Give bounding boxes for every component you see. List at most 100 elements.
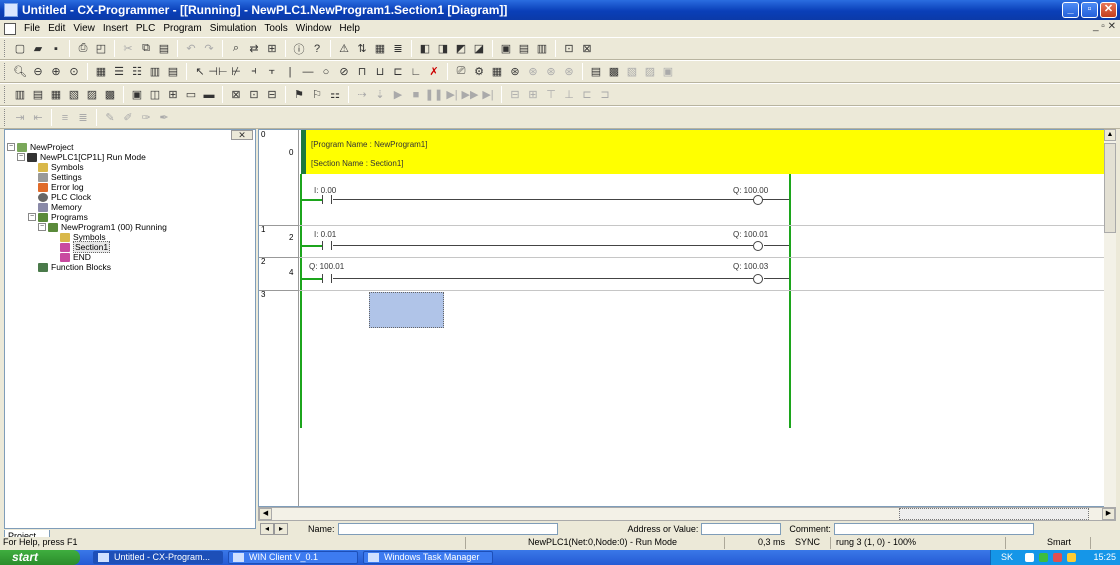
diff-icon[interactable]: ⊠ [579, 41, 595, 57]
section-icon[interactable]: ▣ [129, 87, 145, 103]
project-window-icon[interactable]: ▥ [12, 87, 28, 103]
tray-icon[interactable] [1039, 553, 1048, 562]
horizontal-scrollbar[interactable]: ◀ ▶ [258, 507, 1116, 521]
contact-or-nc-icon[interactable]: ⫟ [264, 64, 280, 80]
zoom-in-icon[interactable]: 🔍︎ [12, 64, 28, 80]
nav-right-icon[interactable]: ▸ [274, 523, 288, 535]
sfc-icon[interactable]: ▬ [201, 87, 217, 103]
tree-root[interactable]: − NewProject [7, 142, 167, 152]
tree-settings[interactable]: Settings [7, 172, 167, 182]
vertical-scrollbar[interactable]: ▲ [1104, 129, 1116, 507]
save-icon[interactable]: ▪ [48, 41, 64, 57]
output-coil[interactable] [753, 241, 763, 251]
distribute-icon[interactable]: ⊥ [561, 87, 577, 103]
debug-mode-icon[interactable]: ◨ [435, 41, 451, 57]
maximize-button[interactable]: ▫ [1081, 2, 1098, 18]
comment-icon[interactable]: ≡ [57, 110, 73, 126]
toolbar-grip[interactable] [4, 63, 7, 80]
watch-icon[interactable]: ⊛ [507, 64, 523, 80]
vertical-line-icon[interactable]: | [282, 64, 298, 80]
rung-icon[interactable]: ☷ [129, 64, 145, 80]
tree-error-log[interactable]: Error log [7, 182, 167, 192]
scroll-right-icon[interactable]: ▶ [1102, 508, 1115, 520]
bookmark-icon[interactable]: ⚑ [291, 87, 307, 103]
bookmark-prev-icon[interactable]: ✐ [120, 110, 136, 126]
sim-run-icon[interactable]: ▶ [390, 87, 406, 103]
function-block-icon[interactable]: ⊔ [372, 64, 388, 80]
new-file-icon[interactable]: ▢ [12, 41, 28, 57]
step-into-icon[interactable]: ⇣ [372, 87, 388, 103]
vertical-scroll-thumb[interactable] [1104, 143, 1116, 233]
online-edit-cancel-icon[interactable]: ⊟ [264, 87, 280, 103]
print-preview-icon[interactable]: ◰ [93, 41, 109, 57]
online-edit-send-icon[interactable]: ⊡ [246, 87, 262, 103]
task-task-manager[interactable]: Windows Task Manager [363, 551, 493, 564]
tray-icon[interactable] [1067, 553, 1076, 562]
diagram-cursor[interactable] [369, 292, 444, 328]
minimize-button[interactable]: _ [1062, 2, 1079, 18]
line-connect-icon[interactable]: ∟ [408, 64, 424, 80]
run-mode-icon[interactable]: ◪ [471, 41, 487, 57]
collapse-icon[interactable]: − [38, 223, 46, 231]
output-coil[interactable] [753, 274, 763, 284]
tree-function-blocks[interactable]: Function Blocks [7, 262, 167, 272]
set-value-icon[interactable]: ⊡ [561, 41, 577, 57]
tree-section1[interactable]: Section1 [7, 241, 167, 253]
view-mnemonic-icon[interactable]: ▤ [165, 64, 181, 80]
align-icon[interactable]: ⊤ [543, 87, 559, 103]
replace-icon[interactable]: ⇄ [246, 41, 262, 57]
collapse-icon[interactable]: − [7, 143, 15, 151]
show-comments-icon[interactable]: ☰ [111, 64, 127, 80]
contact-no-icon[interactable]: ⊣⊢ [208, 64, 227, 80]
outdent-icon[interactable]: ⇤ [30, 110, 46, 126]
bookmark-clear-2-icon[interactable]: ✒ [156, 110, 172, 126]
tree-memory[interactable]: Memory [7, 202, 167, 212]
horizontal-scroll-thumb[interactable] [899, 508, 1089, 520]
tree-plc[interactable]: − NewPLC1[CP1L] Run Mode [7, 152, 167, 162]
toolbar-grip[interactable] [4, 109, 7, 126]
bookmark-toggle-icon[interactable]: ✎ [102, 110, 118, 126]
sim-forward-icon[interactable]: ▶▶ [462, 87, 479, 103]
panel-close-button[interactable]: ✕ [231, 130, 253, 140]
cut-icon[interactable]: ✂ [120, 41, 136, 57]
fb-edit-icon[interactable]: ⊐ [597, 87, 613, 103]
plc-io-icon[interactable]: ⚙ [471, 64, 487, 80]
collapse-icon[interactable]: − [28, 213, 36, 221]
paste-icon[interactable]: ▤ [156, 41, 172, 57]
coil-address[interactable]: Q: 100.03 [733, 262, 768, 271]
view-icon[interactable]: ▩ [102, 87, 118, 103]
compare-icon[interactable]: ≣ [390, 41, 406, 57]
watch-window-icon[interactable]: ▦ [48, 87, 64, 103]
watch-edit-icon[interactable]: ⊛ [561, 64, 577, 80]
sim-end-icon[interactable]: ▶| [480, 87, 496, 103]
comment-field[interactable] [833, 523, 1034, 535]
print-icon[interactable]: ⎙ [75, 41, 91, 57]
sim-step-icon[interactable]: ▶| [444, 87, 460, 103]
help-icon[interactable]: ? [309, 41, 325, 57]
task-win-client[interactable]: WIN Client V_0.1 [228, 551, 358, 564]
cross-ref-icon[interactable]: ⊞ [264, 41, 280, 57]
symbols-icon[interactable]: ◫ [147, 87, 163, 103]
watch-add-icon[interactable]: ⊛ [525, 64, 541, 80]
language-indicator[interactable]: SK [1001, 550, 1013, 565]
instruction-icon[interactable]: ⊓ [354, 64, 370, 80]
info-icon[interactable]: ⓘ [291, 41, 307, 57]
coil-nc-icon[interactable]: ⊘ [336, 64, 352, 80]
output-window-icon[interactable]: ▤ [30, 87, 46, 103]
error-icon[interactable]: ▣ [660, 64, 676, 80]
expand-icon[interactable]: ⊞ [525, 87, 541, 103]
contact-nc-icon[interactable]: ⊬ [228, 64, 244, 80]
horizontal-line-icon[interactable]: — [300, 64, 316, 80]
sim-pause-icon[interactable]: ❚❚ [425, 87, 443, 103]
scroll-up-icon[interactable]: ▲ [1104, 129, 1116, 141]
address-field[interactable] [701, 523, 782, 535]
watch-remove-icon[interactable]: ⊛ [543, 64, 559, 80]
output-coil[interactable] [753, 195, 763, 205]
find-icon[interactable]: ⌕ [228, 41, 244, 57]
zoom-fit-icon[interactable]: ⊕ [48, 64, 64, 80]
io-table-icon[interactable]: ▤ [588, 64, 604, 80]
time-chart-icon[interactable]: ▨ [642, 64, 658, 80]
ladder-diagram[interactable]: 0 1 2 3 0 2 4 [Program Name : NewProgram… [258, 129, 1116, 507]
fb-icon[interactable]: ⊏ [579, 87, 595, 103]
table-icon[interactable]: ▦ [489, 64, 505, 80]
